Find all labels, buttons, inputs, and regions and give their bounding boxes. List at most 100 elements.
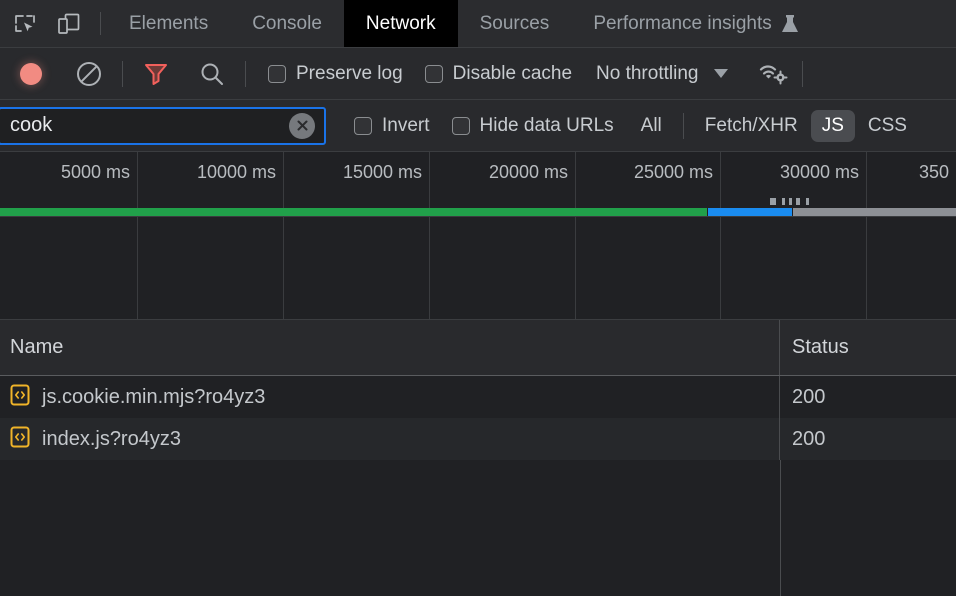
request-name-cell: js.cookie.min.mjs?ro4yz3 <box>0 376 780 418</box>
hide-data-urls-checkbox-box <box>452 117 470 135</box>
tab-sources-label: Sources <box>480 13 550 35</box>
script-file-icon <box>10 426 30 453</box>
invert-checkbox[interactable]: Invert <box>344 115 440 137</box>
hide-data-urls-label: Hide data URLs <box>480 115 614 137</box>
filter-chip-all-label: All <box>641 115 662 136</box>
request-tick <box>770 198 776 205</box>
timeline-gridline <box>866 152 867 319</box>
filter-chip-js-label: JS <box>822 115 844 136</box>
column-header-status[interactable]: Status <box>780 320 956 375</box>
script-file-icon <box>10 384 30 411</box>
filter-chip-fetch-xhr-label: Fetch/XHR <box>705 115 798 136</box>
hide-data-urls-checkbox[interactable]: Hide data URLs <box>442 115 624 137</box>
tab-elements-label: Elements <box>129 13 208 35</box>
request-status-label: 200 <box>792 386 825 409</box>
idle-band <box>793 208 956 216</box>
tab-console[interactable]: Console <box>230 0 344 47</box>
toolbar-divider-2 <box>245 61 246 87</box>
tabbar-tool-icons <box>0 0 94 47</box>
timeline-ruler: 5000 ms 10000 ms 15000 ms 20000 ms 25000 ms 3… <box>0 152 956 319</box>
request-status-label: 200 <box>792 428 825 451</box>
column-header-name-label: Name <box>10 336 63 359</box>
timeline-tick-label: 30000 ms <box>780 162 866 183</box>
chevron-down-icon <box>714 69 728 78</box>
devtools-tabbar: Elements Console Network Sources Perform… <box>0 0 956 48</box>
record-dot <box>20 63 42 85</box>
record-circle-icon[interactable] <box>14 59 48 89</box>
network-filterbar: Invert Hide data URLs All Fetch/XHR JS C… <box>0 100 956 152</box>
request-tick-marks <box>0 198 956 205</box>
timeline-gridline <box>429 152 430 319</box>
timeline-gridline <box>575 152 576 319</box>
timeline-tick-label: 350 <box>919 162 956 183</box>
device-toolbar-icon[interactable] <box>54 9 84 39</box>
tab-elements[interactable]: Elements <box>107 0 230 47</box>
tabbar-divider <box>100 12 101 35</box>
timeline-baseline <box>0 216 956 217</box>
disable-cache-checkbox[interactable]: Disable cache <box>415 63 582 85</box>
column-header-name[interactable]: Name <box>0 320 780 375</box>
request-status-cell: 200 <box>780 418 956 460</box>
request-name-label: index.js?ro4yz3 <box>42 428 181 451</box>
tabbar-tabs: Elements Console Network Sources Perform… <box>107 0 821 47</box>
tab-network[interactable]: Network <box>344 0 458 47</box>
preserve-log-checkbox-box <box>268 65 286 83</box>
table-column-divider[interactable] <box>780 460 781 596</box>
request-tick <box>782 198 785 205</box>
toolbar-divider-3 <box>802 61 803 87</box>
filter-checkbox-group: Invert Hide data URLs <box>344 115 624 137</box>
tab-performance-insights[interactable]: Performance insights <box>571 0 820 47</box>
close-circle-icon[interactable] <box>289 113 315 139</box>
request-name-label: js.cookie.min.mjs?ro4yz3 <box>42 386 265 409</box>
funnel-filter-icon[interactable] <box>141 59 171 89</box>
clear-prohibited-icon[interactable] <box>74 59 104 89</box>
timeline-tick-label: 20000 ms <box>489 162 575 183</box>
filter-input-wrapper <box>0 107 326 145</box>
filter-chip-fetch-xhr[interactable]: Fetch/XHR <box>694 110 809 142</box>
dom-content-loaded-band <box>0 208 707 216</box>
network-overview-timeline[interactable]: 5000 ms 10000 ms 15000 ms 20000 ms 25000 ms 3… <box>0 152 956 320</box>
network-request-table: Name Status js.cookie.min.mjs?ro4yz3 200 <box>0 320 956 596</box>
timeline-gridline <box>137 152 138 319</box>
timeline-tick-label: 15000 ms <box>343 162 429 183</box>
invert-checkbox-box <box>354 117 372 135</box>
timeline-event-bands <box>0 208 956 216</box>
filter-chip-css[interactable]: CSS <box>857 110 918 142</box>
disable-cache-label: Disable cache <box>453 63 572 85</box>
timeline-gridline <box>283 152 284 319</box>
table-body: js.cookie.min.mjs?ro4yz3 200 index.js?ro… <box>0 376 956 596</box>
filter-chip-js[interactable]: JS <box>811 110 855 142</box>
tab-performance-insights-label: Performance insights <box>593 13 771 35</box>
tab-sources[interactable]: Sources <box>458 0 572 47</box>
flask-icon <box>781 13 799 35</box>
request-name-cell: index.js?ro4yz3 <box>0 418 780 460</box>
preserve-log-checkbox[interactable]: Preserve log <box>258 63 413 85</box>
request-status-cell: 200 <box>780 376 956 418</box>
table-empty-area <box>0 460 956 596</box>
timeline-gridline <box>720 152 721 319</box>
timeline-tick-label: 10000 ms <box>197 162 283 183</box>
inspect-element-icon[interactable] <box>10 9 40 39</box>
invert-label: Invert <box>382 115 430 137</box>
throttling-value: No throttling <box>596 63 698 85</box>
throttling-dropdown[interactable]: No throttling <box>584 63 736 85</box>
search-magnifier-icon[interactable] <box>197 59 227 89</box>
table-header-row: Name Status <box>0 320 956 376</box>
toolbar-divider-1 <box>122 61 123 87</box>
filter-chip-css-label: CSS <box>868 115 907 136</box>
timeline-tick-label: 5000 ms <box>61 162 137 183</box>
load-event-band <box>708 208 792 216</box>
disable-cache-checkbox-box <box>425 65 443 83</box>
filter-input[interactable] <box>0 109 324 143</box>
table-row[interactable]: js.cookie.min.mjs?ro4yz3 200 <box>0 376 956 418</box>
request-tick <box>806 198 809 205</box>
column-header-status-label: Status <box>792 336 849 359</box>
table-row[interactable]: index.js?ro4yz3 200 <box>0 418 956 460</box>
preserve-log-label: Preserve log <box>296 63 403 85</box>
request-tick <box>796 198 800 205</box>
wifi-settings-icon[interactable] <box>756 59 792 89</box>
tab-network-label: Network <box>366 13 436 35</box>
request-tick <box>789 198 792 205</box>
filter-chip-all[interactable]: All <box>630 110 673 142</box>
timeline-tick-label: 25000 ms <box>634 162 720 183</box>
